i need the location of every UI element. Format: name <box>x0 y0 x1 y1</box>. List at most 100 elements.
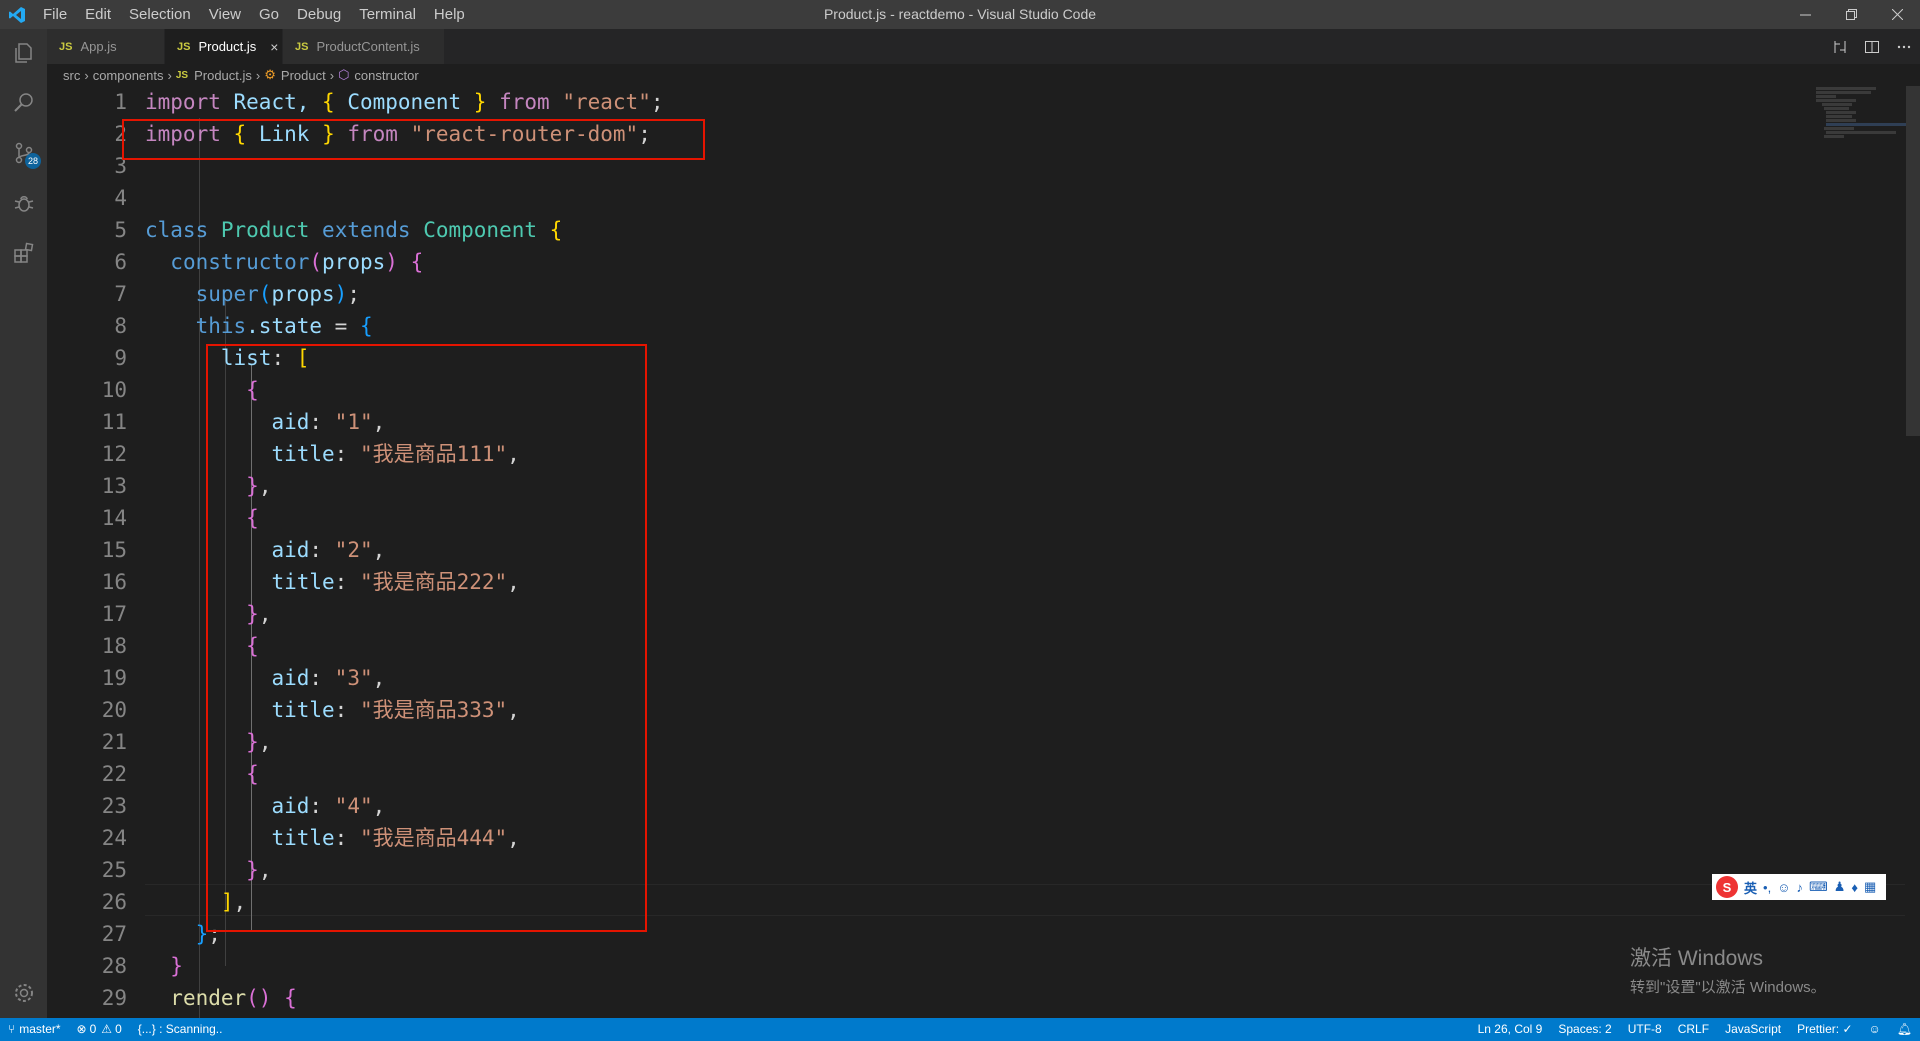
code-line: constructor(props) { <box>170 250 424 274</box>
code-line: render() { <box>170 986 297 1010</box>
indentation[interactable]: Spaces: 2 <box>1550 1018 1619 1041</box>
breadcrumb-class[interactable]: Product <box>281 68 326 83</box>
warning-count: 0 <box>115 1022 122 1036</box>
compare-icon <box>1834 40 1846 53</box>
skin-icon[interactable]: ♦ <box>1851 880 1858 895</box>
menu-go[interactable]: Go <box>250 0 288 29</box>
code-line: this.state = { <box>195 314 373 338</box>
js-file-icon: JS <box>59 40 73 53</box>
menu-debug[interactable]: Debug <box>288 0 350 29</box>
windows-activation-watermark: 激活 Windows 转到"设置"以激活 Windows。 <box>1630 942 1826 997</box>
menu-selection[interactable]: Selection <box>120 0 200 29</box>
menu-terminal[interactable]: Terminal <box>350 0 425 29</box>
menu-help[interactable]: Help <box>425 0 474 29</box>
restore-button[interactable] <box>1828 0 1874 29</box>
code-token: props <box>271 282 335 306</box>
code-token: Product <box>220 218 310 242</box>
code-token: .state <box>246 314 323 338</box>
js-file-icon: JS <box>177 40 191 53</box>
code-token: "react" <box>562 90 651 114</box>
line-number: 22 <box>101 762 127 786</box>
grid-icon[interactable]: ▦ <box>1864 879 1876 895</box>
line-number: 23 <box>101 794 127 818</box>
line-number: 17 <box>101 602 127 626</box>
line-number: 1 <box>114 90 127 114</box>
breadcrumb-components[interactable]: components <box>93 68 164 83</box>
tab-productcontent-js[interactable]: JS ProductContent.js <box>283 29 445 64</box>
scm-badge: 28 <box>24 153 41 169</box>
branch-status[interactable]: ⑂ master* <box>0 1018 69 1041</box>
keyboard-icon[interactable]: ⌨ <box>1809 879 1828 895</box>
code-token: render <box>170 986 247 1010</box>
breadcrumb-file[interactable]: Product.js <box>194 68 252 83</box>
prettier-status[interactable]: Prettier: ✓ <box>1789 1018 1860 1041</box>
settings-button[interactable] <box>0 969 47 1017</box>
source-control-button[interactable]: 28 <box>0 129 47 177</box>
minimize-button[interactable] <box>1782 0 1828 29</box>
user-icon[interactable]: ♟ <box>1834 879 1846 895</box>
menu-view[interactable]: View <box>200 0 250 29</box>
editor-scrollbar[interactable] <box>1906 86 1920 436</box>
problems-status[interactable]: ⊗ 0 ⚠ 0 <box>69 1018 130 1041</box>
highlight-box-list <box>206 344 647 932</box>
notifications-button[interactable]: 🔔︎ <box>1889 1018 1920 1041</box>
editor-tabs: JS App.js JS Product.js × JS ProductCont… <box>47 29 1920 64</box>
bug-icon <box>14 196 33 212</box>
code-token: constructor <box>170 250 310 274</box>
cursor-position[interactable]: Ln 26, Col 9 <box>1470 1018 1551 1041</box>
split-editor-button[interactable] <box>1856 29 1888 64</box>
line-number: 9 <box>114 346 127 370</box>
split-icon <box>1865 40 1879 53</box>
menu-file[interactable]: File <box>34 0 76 29</box>
line-number: 27 <box>101 922 127 946</box>
line-number: 21 <box>101 730 127 754</box>
punctuation-icon[interactable]: •, <box>1763 880 1771 895</box>
language-mode[interactable]: JavaScript <box>1717 1018 1789 1041</box>
files-icon <box>14 43 32 63</box>
tab-close-button[interactable]: × <box>270 39 278 55</box>
debug-button[interactable] <box>0 179 47 227</box>
method-symbol-icon: ⬡ <box>338 67 350 82</box>
code-token: props <box>322 250 386 274</box>
error-count: 0 <box>89 1022 97 1036</box>
feedback-button[interactable]: ☺ <box>1861 1018 1889 1041</box>
scanning-status[interactable]: {...} : Scanning.. <box>130 1018 231 1041</box>
microphone-icon[interactable]: ♪ <box>1796 880 1803 895</box>
line-number: 8 <box>114 314 127 338</box>
ime-mode[interactable]: 英 <box>1744 878 1757 897</box>
code-editor[interactable]: 1 2 3 4 5 6 7 8 9 10 11 12 13 14 15 16 1… <box>47 86 1920 1018</box>
breadcrumb-src[interactable]: src <box>63 68 80 83</box>
line-number: 20 <box>101 698 127 722</box>
error-icon: ⊗ <box>76 1022 87 1036</box>
search-button[interactable] <box>0 79 47 127</box>
minimap[interactable] <box>1816 86 1906 206</box>
git-branch-icon: ⑂ <box>8 1022 16 1036</box>
code-token: Component <box>347 90 462 114</box>
sogou-logo-icon: S <box>1716 876 1738 898</box>
menu-edit[interactable]: Edit <box>76 0 120 29</box>
line-number: 14 <box>101 506 127 530</box>
warning-icon: ⚠ <box>101 1022 113 1036</box>
code-line: class Product extends Component { <box>145 218 563 242</box>
code-token: React, <box>233 90 310 114</box>
emoji-icon[interactable]: ☺ <box>1777 880 1790 895</box>
open-changes-button[interactable] <box>1824 29 1856 64</box>
extensions-button[interactable] <box>0 229 47 277</box>
tab-product-js[interactable]: JS Product.js × <box>165 29 283 64</box>
explorer-button[interactable] <box>0 29 47 77</box>
close-window-button[interactable] <box>1874 0 1920 29</box>
encoding[interactable]: UTF-8 <box>1620 1018 1670 1041</box>
close-icon <box>1891 9 1903 20</box>
line-number: 19 <box>101 666 127 690</box>
more-actions-button[interactable] <box>1888 29 1920 64</box>
tab-app-js[interactable]: JS App.js <box>47 29 165 64</box>
code-token: Component <box>423 218 538 242</box>
line-number: 3 <box>114 154 127 178</box>
activity-bar: 28 <box>0 29 47 1018</box>
line-number: 16 <box>101 570 127 594</box>
breadcrumb-method[interactable]: constructor <box>354 68 418 83</box>
tab-label: Product.js <box>198 39 257 54</box>
end-of-line[interactable]: CRLF <box>1670 1018 1717 1041</box>
line-number: 29 <box>101 986 127 1010</box>
